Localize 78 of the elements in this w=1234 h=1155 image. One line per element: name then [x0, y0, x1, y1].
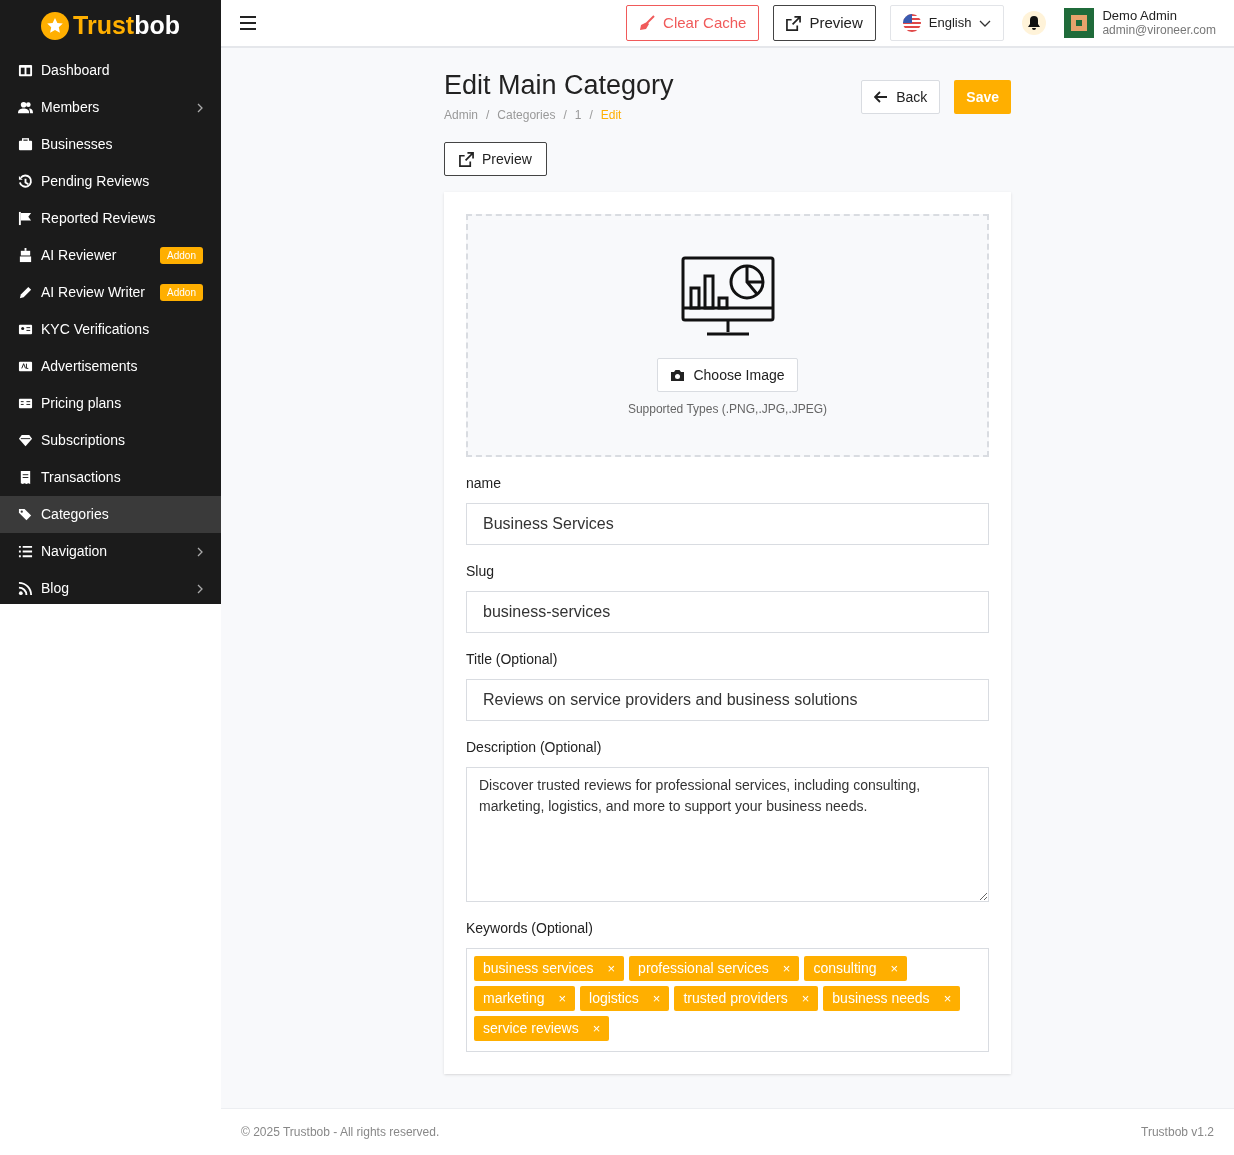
camera-icon — [670, 368, 686, 382]
dashboard-icon — [18, 63, 33, 78]
receipt-icon — [18, 470, 33, 485]
gem-icon — [18, 433, 33, 448]
monitor-chart-icon — [680, 256, 775, 338]
addon-badge: Addon — [160, 284, 203, 301]
keyword-tag: consulting × — [804, 956, 908, 981]
keyword-tag: business needs × — [823, 986, 961, 1011]
id-card-icon — [18, 322, 33, 337]
flag-icon — [18, 211, 33, 226]
field-label: name — [466, 474, 503, 493]
sidebar-item[interactable]: Pending Reviews — [0, 163, 221, 200]
external-link-icon — [786, 15, 802, 31]
preview-button[interactable]: Preview — [773, 5, 876, 41]
rss-icon — [18, 581, 33, 596]
breadcrumb-separator: / — [589, 107, 593, 124]
field-label: Title (Optional) — [466, 650, 559, 669]
field-label: Description (Optional) — [466, 738, 603, 757]
breadcrumb-separator: / — [563, 107, 567, 124]
bell-icon — [1027, 15, 1042, 31]
avatar-icon — [1064, 8, 1095, 38]
chevron-down-icon — [979, 19, 992, 27]
text-field[interactable]: Reviews on service providers and business solutions — [466, 679, 989, 721]
copyright-text: © 2025 Trustbob - All rights reserved. — [241, 1124, 440, 1141]
sidebar-item[interactable]: KYC Verifications — [0, 311, 221, 348]
keyword-tag: professional services × — [629, 956, 800, 981]
supported-types-text: Supported Types (.PNG,.JPG,.JPEG) — [627, 401, 828, 418]
keyword-tag: logistics × — [580, 986, 670, 1011]
sidebar-item[interactable]: Transactions — [0, 459, 221, 496]
page-title: Edit Main Category — [444, 69, 675, 102]
briefcase-icon — [18, 137, 33, 152]
description-field[interactable]: Discover trusted reviews for professional services, including consulting, marketing, logistics, and more to support your business needs. — [466, 767, 989, 902]
keyword-tag: business services × — [474, 956, 625, 981]
keyword-tag: trusted providers × — [674, 986, 819, 1011]
pencil-icon — [18, 285, 33, 300]
sidebar-item[interactable]: Navigation — [0, 533, 221, 570]
ad-icon — [18, 359, 33, 374]
arrow-left-icon — [874, 91, 889, 103]
sidebar-item[interactable]: Blog — [0, 570, 221, 604]
sidebar-item[interactable]: AI Reviewer Addon — [0, 237, 221, 274]
sidebar-item[interactable]: Reported Reviews — [0, 200, 221, 237]
tags-icon — [18, 507, 33, 522]
image-dropzone[interactable]: Choose Image Supported Types (.PNG,.JPG,.JPEG) — [466, 214, 989, 457]
breadcrumb-item: Edit — [600, 107, 622, 124]
language-select[interactable]: English — [889, 5, 1005, 41]
user-email: admin@vironeer.com — [1102, 23, 1216, 38]
sidebar-item[interactable]: Members — [0, 89, 221, 126]
field-label: Keywords (Optional) — [466, 919, 594, 938]
menu-button[interactable] — [239, 16, 257, 30]
text-field[interactable]: Business Services — [466, 503, 989, 545]
broom-icon — [639, 15, 656, 31]
sidebar-item[interactable]: AI Review Writer Addon — [0, 274, 221, 311]
history-icon — [18, 174, 33, 189]
back-button[interactable]: Back — [861, 80, 941, 114]
keyword-tag: service reviews × — [474, 1016, 610, 1041]
star-logo-icon — [41, 12, 69, 40]
sidebar-item[interactable]: Dashboard — [0, 52, 221, 89]
brand-name: Trustbob — [73, 10, 180, 42]
money-icon — [18, 396, 33, 411]
user-name: Demo Admin — [1102, 8, 1178, 23]
text-field[interactable]: business-services — [466, 591, 989, 633]
sidebar-item[interactable]: Subscriptions — [0, 422, 221, 459]
sidebar-item[interactable]: Pricing plans — [0, 385, 221, 422]
external-link-icon — [459, 151, 474, 167]
us-flag-icon — [902, 14, 921, 32]
sidebar-item[interactable]: Categories — [0, 496, 221, 533]
sidebar-item[interactable]: Advertisements — [0, 348, 221, 385]
list-icon — [18, 544, 33, 559]
sidebar-item[interactable]: Businesses — [0, 126, 221, 163]
version-text: Trustbob v1.2 — [1141, 1124, 1214, 1141]
field-label: Slug — [466, 562, 496, 581]
addon-badge: Addon — [160, 247, 203, 264]
choose-image-button[interactable]: Choose Image — [657, 358, 798, 392]
breadcrumb-separator: / — [486, 107, 490, 124]
notification-button[interactable] — [1022, 11, 1047, 35]
users-icon — [18, 100, 33, 115]
keyword-tag: marketing × — [474, 986, 576, 1011]
preview-button[interactable]: Preview — [444, 142, 547, 176]
